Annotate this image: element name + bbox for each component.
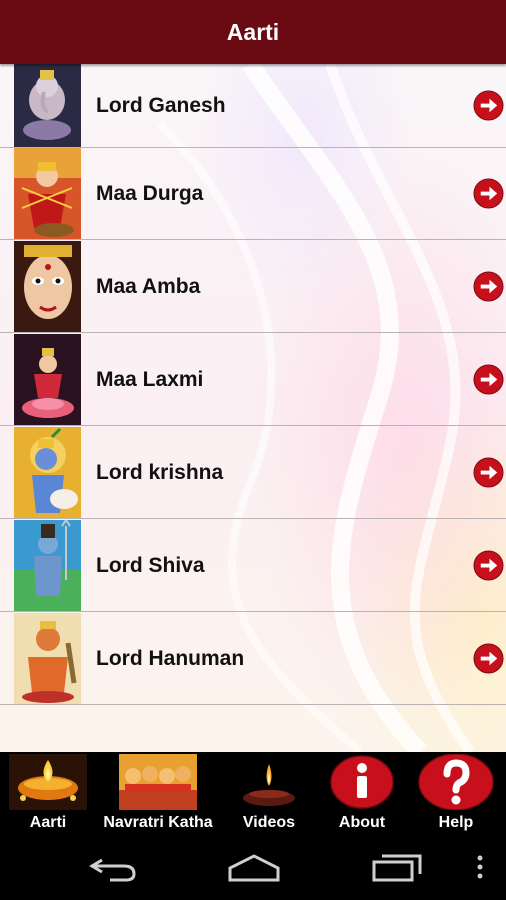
list-item-lord-shiva[interactable]: Lord Shiva	[0, 520, 506, 612]
nav-item-about[interactable]: About	[318, 752, 406, 836]
help-icon	[418, 754, 494, 810]
deity-thumbnail	[14, 427, 81, 518]
app-title-bar: Aarti	[0, 0, 506, 64]
arrow-right-icon[interactable]	[473, 271, 504, 302]
arrow-right-icon[interactable]	[473, 550, 504, 581]
list-item-maa-laxmi[interactable]: Maa Laxmi	[0, 334, 506, 426]
arrow-right-icon[interactable]	[473, 90, 504, 121]
deity-list: Lord Ganesh Maa Durga Maa Amba Maa Laxmi…	[0, 64, 506, 752]
list-item-label: Maa Laxmi	[96, 367, 204, 391]
nav-item-videos[interactable]: Videos	[220, 752, 318, 836]
nav-item-aarti[interactable]: Aarti	[0, 752, 96, 836]
nav-label: Navratri Katha	[103, 814, 213, 831]
home-icon[interactable]	[226, 852, 282, 884]
nav-label: Help	[438, 814, 474, 831]
deity-thumbnail	[14, 334, 81, 425]
back-icon[interactable]	[88, 852, 138, 884]
bottom-navigation: Aarti Navratri Katha Videos About Help	[0, 752, 506, 836]
page-title: Aarti	[226, 18, 280, 45]
deity-thumbnail	[14, 520, 81, 611]
nav-label: About	[338, 814, 386, 831]
list-item-label: Lord krishna	[96, 460, 224, 484]
list-item-label: Lord Hanuman	[96, 646, 245, 670]
deity-thumbnail	[14, 241, 81, 332]
arrow-right-icon[interactable]	[473, 178, 504, 209]
list-item-label: Maa Durga	[96, 181, 204, 205]
info-icon	[330, 755, 394, 809]
deity-thumbnail	[14, 148, 81, 239]
nav-label: Videos	[242, 814, 296, 831]
lamp-icon	[230, 754, 308, 810]
katha-icon	[119, 754, 197, 810]
nav-item-help[interactable]: Help	[406, 752, 506, 836]
list-item-lord-krishna[interactable]: Lord krishna	[0, 427, 506, 519]
list-item-label: Maa Amba	[96, 274, 201, 298]
deity-thumbnail	[14, 64, 81, 147]
recents-icon[interactable]	[370, 852, 424, 884]
diya-icon	[9, 754, 87, 810]
arrow-right-icon[interactable]	[473, 364, 504, 395]
list-item-maa-durga[interactable]: Maa Durga	[0, 148, 506, 240]
list-item-lord-hanuman[interactable]: Lord Hanuman	[0, 613, 506, 705]
system-navigation-bar	[0, 836, 506, 900]
overflow-icon[interactable]	[474, 852, 486, 884]
nav-label: Aarti	[29, 814, 67, 831]
deity-thumbnail	[14, 613, 81, 704]
list-item-maa-amba[interactable]: Maa Amba	[0, 241, 506, 333]
nav-item-navratri-katha[interactable]: Navratri Katha	[96, 752, 220, 836]
arrow-right-icon[interactable]	[473, 643, 504, 674]
arrow-right-icon[interactable]	[473, 457, 504, 488]
list-item-lord-ganesh[interactable]: Lord Ganesh	[0, 64, 506, 148]
list-item-label: Lord Shiva	[96, 553, 205, 577]
list-item-label: Lord Ganesh	[96, 93, 226, 117]
